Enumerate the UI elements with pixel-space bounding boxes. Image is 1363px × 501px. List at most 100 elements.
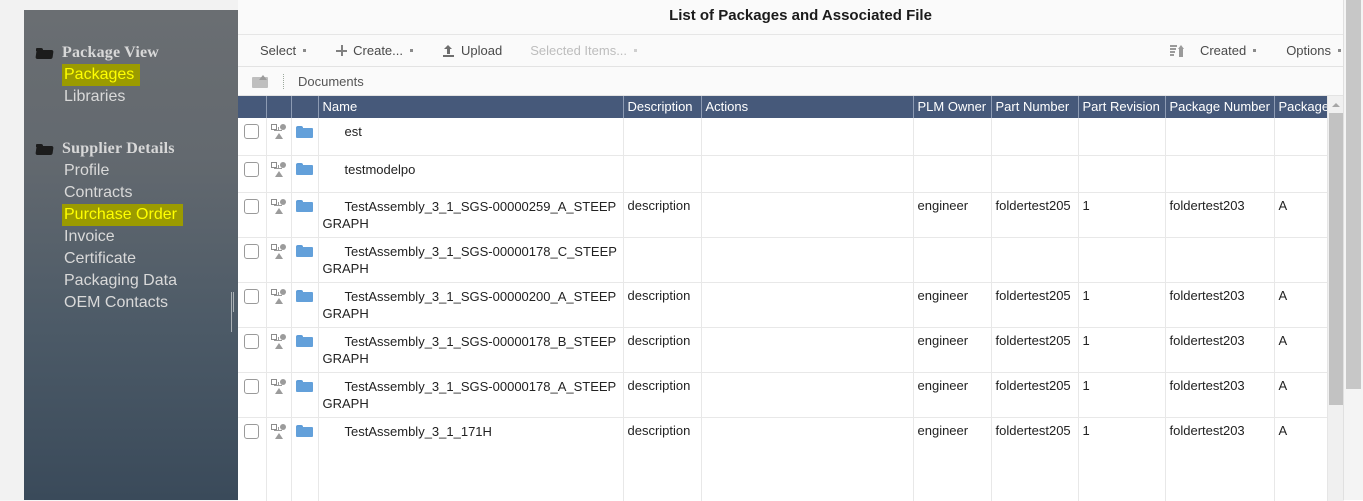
- breadcrumb-item-documents[interactable]: Documents: [298, 74, 364, 89]
- cell-name[interactable]: TestAssembly_3_1_SGS-00000200_A_STEEPGRA…: [318, 282, 624, 328]
- row-type-cell[interactable]: [291, 327, 319, 373]
- checkbox-icon[interactable]: [244, 378, 260, 394]
- structure-icon[interactable]: [271, 423, 286, 439]
- scrollbar-thumb[interactable]: [1329, 113, 1343, 405]
- created-sort-menu-button[interactable]: Created: [1194, 35, 1262, 66]
- table-row[interactable]: TestAssembly_3_1_SGS-00000259_A_STEEPGRA…: [238, 192, 1340, 238]
- cell-name[interactable]: TestAssembly_3_1_171H: [318, 417, 624, 501]
- row-type-cell[interactable]: [291, 417, 319, 501]
- cell-name[interactable]: TestAssembly_3_1_SGS-00000178_B_STEEPGRA…: [318, 327, 624, 373]
- sidebar-item-purchase-order[interactable]: Purchase Order: [24, 204, 238, 226]
- row-structure-cell[interactable]: [266, 372, 292, 418]
- folder-icon[interactable]: [296, 380, 313, 393]
- structure-icon[interactable]: [271, 333, 286, 349]
- sidebar-item-libraries[interactable]: Libraries: [24, 86, 238, 108]
- table-row[interactable]: TestAssembly_3_1_SGS-00000178_B_STEEPGRA…: [238, 327, 1340, 373]
- selected-items-menu-button[interactable]: Selected Items...: [524, 35, 643, 66]
- folder-icon[interactable]: [296, 290, 313, 303]
- row-structure-cell[interactable]: [266, 192, 292, 238]
- row-type-cell[interactable]: [291, 155, 319, 193]
- row-structure-cell[interactable]: [266, 417, 292, 501]
- page-vertical-scrollbar[interactable]: [1343, 0, 1363, 500]
- table-row[interactable]: TestAssembly_3_1_171H description engineer…: [238, 417, 1340, 501]
- folder-up-icon[interactable]: [252, 74, 269, 88]
- column-header-plm-owner[interactable]: PLM Owner: [913, 96, 992, 118]
- structure-icon[interactable]: [271, 161, 286, 177]
- row-select-cell[interactable]: [238, 192, 267, 238]
- cell-name[interactable]: TestAssembly_3_1_SGS-00000259_A_STEEPGRA…: [318, 192, 624, 238]
- row-type-cell[interactable]: [291, 237, 319, 283]
- column-header-name[interactable]: Name: [318, 96, 624, 118]
- grid-vertical-scrollbar[interactable]: [1327, 96, 1344, 501]
- cell-name[interactable]: TestAssembly_3_1_SGS-00000178_A_STEEPGRA…: [318, 372, 624, 418]
- sidebar-item-contracts[interactable]: Contracts: [24, 182, 238, 204]
- row-structure-cell[interactable]: [266, 282, 292, 328]
- cell-name[interactable]: TestAssembly_3_1_SGS-00000178_C_STEEPGRA…: [318, 237, 624, 283]
- row-select-cell[interactable]: [238, 417, 267, 501]
- row-select-cell[interactable]: [238, 155, 267, 193]
- sidebar-item-profile[interactable]: Profile: [24, 160, 238, 182]
- row-type-cell[interactable]: [291, 372, 319, 418]
- page-scrollbar-thumb[interactable]: [1346, 0, 1361, 389]
- cell-name[interactable]: testmodelpo: [318, 155, 624, 193]
- checkbox-icon[interactable]: [244, 333, 260, 349]
- column-header-part-number[interactable]: Part Number: [991, 96, 1079, 118]
- column-header-structure[interactable]: [266, 96, 292, 118]
- checkbox-icon[interactable]: [244, 288, 260, 304]
- row-type-cell[interactable]: [291, 118, 319, 156]
- folder-icon[interactable]: [296, 163, 313, 176]
- folder-icon[interactable]: [296, 200, 313, 213]
- options-menu-button[interactable]: Options: [1280, 35, 1347, 66]
- column-header-description[interactable]: Description: [623, 96, 702, 118]
- sidebar-splitter-handle[interactable]: [231, 292, 236, 332]
- column-header-part-revision[interactable]: Part Revision: [1078, 96, 1166, 118]
- checkbox-icon[interactable]: [244, 124, 260, 140]
- create-menu-button[interactable]: Create...: [330, 35, 419, 66]
- table-row[interactable]: est: [238, 118, 1340, 156]
- table-row[interactable]: TestAssembly_3_1_SGS-00000200_A_STEEPGRA…: [238, 282, 1340, 328]
- folder-icon[interactable]: [296, 125, 313, 138]
- structure-icon[interactable]: [271, 288, 286, 304]
- column-header-type[interactable]: [291, 96, 319, 118]
- scroll-up-button[interactable]: [1328, 98, 1344, 111]
- row-select-cell[interactable]: [238, 118, 267, 156]
- structure-icon[interactable]: [271, 378, 286, 394]
- structure-icon[interactable]: [271, 243, 286, 259]
- column-header-checkbox[interactable]: [238, 96, 267, 118]
- column-header-package-number[interactable]: Package Number: [1165, 96, 1275, 118]
- row-structure-cell[interactable]: [266, 118, 292, 156]
- row-structure-cell[interactable]: [266, 155, 292, 193]
- row-select-cell[interactable]: [238, 282, 267, 328]
- sidebar-item-packages[interactable]: Packages: [24, 64, 238, 86]
- sidebar-item-certificate[interactable]: Certificate: [24, 248, 238, 270]
- row-select-cell[interactable]: [238, 237, 267, 283]
- select-menu-button[interactable]: Select: [254, 35, 312, 66]
- checkbox-icon[interactable]: [244, 161, 260, 177]
- column-header-actions[interactable]: Actions: [701, 96, 914, 118]
- row-select-cell[interactable]: [238, 372, 267, 418]
- row-type-cell[interactable]: [291, 282, 319, 328]
- cell-name[interactable]: est: [318, 118, 624, 156]
- folder-icon[interactable]: [296, 425, 313, 438]
- table-row[interactable]: testmodelpo: [238, 155, 1340, 193]
- sidebar-item-invoice[interactable]: Invoice: [24, 226, 238, 248]
- checkbox-icon[interactable]: [244, 243, 260, 259]
- row-type-cell[interactable]: [291, 192, 319, 238]
- row-structure-cell[interactable]: [266, 237, 292, 283]
- sidebar-item-oem-contacts[interactable]: OEM Contacts: [24, 292, 238, 314]
- table-row[interactable]: TestAssembly_3_1_SGS-00000178_A_STEEPGRA…: [238, 372, 1340, 418]
- cell-plm-owner: engineer: [913, 327, 992, 373]
- structure-icon[interactable]: [271, 124, 286, 140]
- sort-order-button[interactable]: [1164, 35, 1194, 66]
- checkbox-icon[interactable]: [244, 423, 260, 439]
- table-row[interactable]: TestAssembly_3_1_SGS-00000178_C_STEEPGRA…: [238, 237, 1340, 283]
- checkbox-icon[interactable]: [244, 198, 260, 214]
- cell-part-revision: [1078, 237, 1166, 283]
- sidebar-item-packaging-data[interactable]: Packaging Data: [24, 270, 238, 292]
- upload-button[interactable]: Upload: [437, 35, 508, 66]
- folder-icon[interactable]: [296, 335, 313, 348]
- row-structure-cell[interactable]: [266, 327, 292, 373]
- folder-icon[interactable]: [296, 245, 313, 258]
- row-select-cell[interactable]: [238, 327, 267, 373]
- structure-icon[interactable]: [271, 198, 286, 214]
